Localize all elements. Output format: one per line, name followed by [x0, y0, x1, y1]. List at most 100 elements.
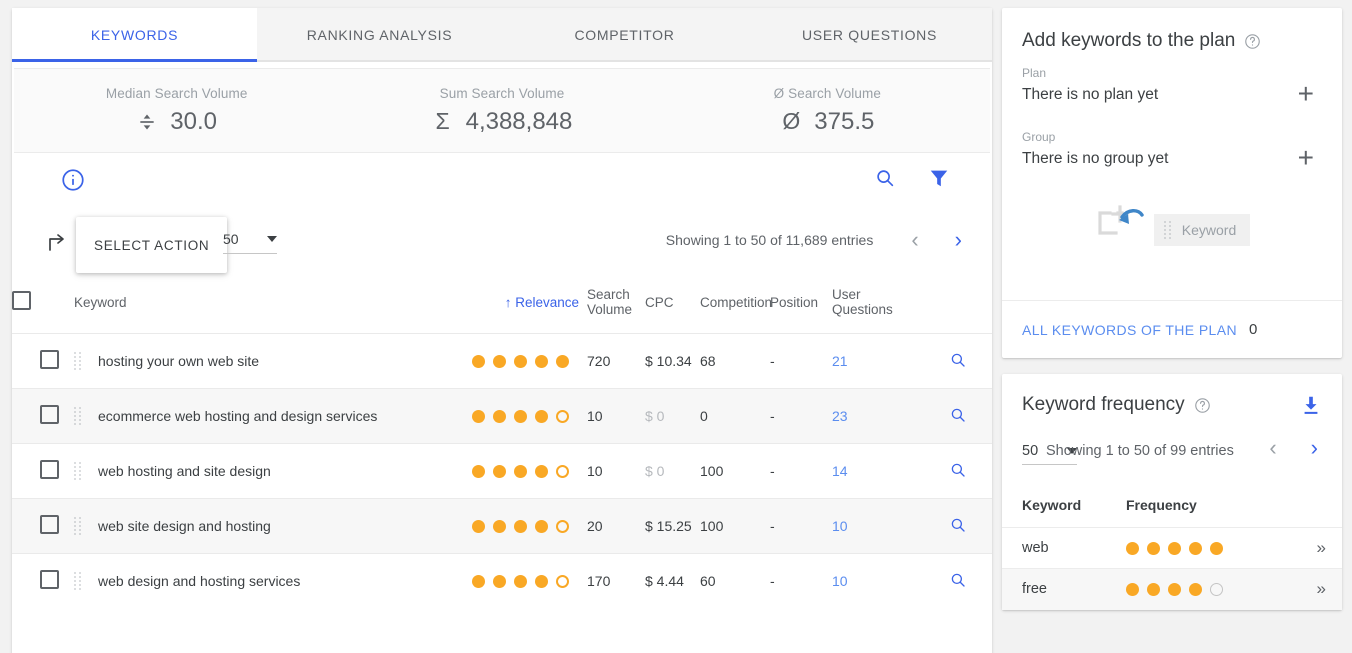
row-keyword-text: web hosting and site design: [98, 463, 271, 479]
add-plan-button[interactable]: +: [1292, 80, 1320, 108]
table-row[interactable]: ecommerce web hosting and design service…: [12, 388, 992, 444]
tab-competitor[interactable]: COMPETITOR: [502, 8, 747, 62]
row-checkbox[interactable]: [40, 570, 59, 590]
frequency-expand-button[interactable]: »: [1234, 569, 1342, 610]
row-cpc-text: $ 15.25: [645, 518, 692, 534]
drag-handle-icon[interactable]: [74, 352, 84, 370]
add-group-button[interactable]: +: [1292, 144, 1320, 172]
info-icon[interactable]: [60, 167, 86, 193]
row-competition: 100: [700, 444, 770, 499]
row-search-icon[interactable]: [949, 518, 967, 537]
table-row[interactable]: hosting your own web site 720 $ 10.34 68 - 21: [12, 333, 992, 389]
tab-user-questions[interactable]: USER QUESTIONS: [747, 8, 992, 62]
frequency-table-head: Keyword Frequency: [1002, 491, 1342, 528]
table-row[interactable]: web hosting and site design 10 $ 0 100 - 14: [12, 443, 992, 499]
row-keyword-text: ecommerce web hosting and design service…: [98, 408, 378, 424]
table-row[interactable]: web design and hosting services 170 $ 4.44…: [12, 553, 992, 609]
tab-competitor-label: COMPETITOR: [574, 27, 675, 43]
tab-ranking-analysis[interactable]: RANKING ANALYSIS: [257, 8, 502, 62]
stat-median-value-row: 30.0: [136, 108, 217, 136]
drag-handle-icon[interactable]: [74, 572, 84, 591]
table-action-row: SELECT ACTION 50 Showing 1 to 50 of 11,6…: [12, 215, 992, 277]
row-user-questions-text[interactable]: 10: [832, 573, 848, 589]
help-circle-icon[interactable]: [1194, 397, 1210, 413]
table-row[interactable]: web site design and hosting 20 $ 15.25 100 -…: [12, 498, 992, 554]
app-root: KEYWORDS RANKING ANALYSIS COMPETITOR USE…: [0, 0, 1352, 653]
keywords-header-row: Keyword ↑ Relevance Search Volume CPC Co…: [12, 277, 992, 334]
row-checkbox[interactable]: [40, 350, 59, 369]
row-user-questions-text[interactable]: 21: [832, 353, 848, 369]
list-item[interactable]: free »: [1002, 568, 1342, 610]
row-search-icon[interactable]: [949, 573, 967, 592]
row-competition: 0: [700, 389, 770, 444]
row-cpc: $ 15.25: [645, 499, 700, 554]
relevance-dot: [556, 519, 569, 533]
relevance-dot: [1168, 582, 1181, 596]
frequency-expand-button[interactable]: »: [1234, 528, 1342, 569]
row-search-icon[interactable]: [949, 463, 967, 482]
row-user-questions-text[interactable]: 23: [832, 408, 848, 424]
row-user-questions: 21: [832, 334, 924, 389]
row-cpc: $ 0: [645, 444, 700, 499]
drag-handle-icon[interactable]: [74, 462, 84, 480]
relevance-dot: [535, 354, 548, 368]
row-search-action-cell: [924, 334, 992, 389]
header-relevance-label: Relevance: [515, 294, 579, 310]
download-icon[interactable]: [1300, 394, 1322, 421]
row-user-questions-text[interactable]: 10: [832, 518, 848, 534]
stat-median-label: Median Search Volume: [105, 85, 248, 101]
tab-keywords-label: KEYWORDS: [90, 27, 179, 43]
select-all-checkbox[interactable]: [12, 291, 31, 310]
tab-ranking-analysis-label: RANKING ANALYSIS: [306, 27, 453, 43]
stat-average-value: 375.5: [814, 107, 875, 135]
frequency-prev-button[interactable]: ‹: [1261, 437, 1284, 459]
header-search-volume[interactable]: Search Volume: [587, 277, 645, 334]
row-select-cell: [12, 554, 74, 609]
row-cpc-text: $ 10.34: [645, 353, 692, 369]
row-user-questions-text[interactable]: 14: [832, 463, 848, 479]
relevance-dots: [472, 464, 587, 478]
add-keywords-body: Add keywords to the plan Plan There is n…: [1002, 8, 1342, 300]
plan-field-row: There is no plan yet +: [1022, 80, 1320, 108]
row-checkbox[interactable]: [40, 515, 59, 534]
drag-handle-icon[interactable]: [74, 517, 84, 535]
list-item[interactable]: web »: [1002, 527, 1342, 569]
frequency-next-button[interactable]: ›: [1303, 437, 1326, 459]
row-checkbox[interactable]: [40, 405, 59, 424]
row-position: -: [770, 334, 832, 389]
header-relevance[interactable]: ↑ Relevance: [472, 277, 587, 334]
row-search-icon[interactable]: [949, 353, 967, 372]
row-competition-text: 0: [700, 408, 708, 424]
header-competition[interactable]: Competition: [700, 277, 772, 334]
header-user-questions[interactable]: User Questions: [832, 277, 924, 334]
row-user-questions: 23: [832, 389, 924, 444]
row-checkbox[interactable]: [40, 460, 59, 479]
relevance-dot: [556, 409, 569, 423]
relevance-dot: [535, 574, 548, 588]
row-cpc-text: $ 0: [645, 408, 665, 424]
header-position[interactable]: Position: [770, 277, 832, 334]
tab-keywords[interactable]: KEYWORDS: [12, 8, 257, 62]
drag-handle-icon[interactable]: [74, 407, 84, 425]
header-cpc[interactable]: CPC: [645, 277, 700, 334]
row-search-icon[interactable]: [949, 408, 967, 427]
row-select-cell: [12, 389, 74, 444]
keyword-dropzone[interactable]: Keyword: [1022, 200, 1320, 260]
search-icon[interactable]: [872, 165, 898, 191]
row-cpc: $ 0: [645, 389, 700, 444]
add-keywords-title: Add keywords to the plan: [1022, 30, 1236, 51]
select-action-button[interactable]: SELECT ACTION: [76, 217, 228, 273]
row-keyword-text: web design and hosting services: [98, 573, 301, 590]
filter-icon[interactable]: [926, 165, 952, 191]
page-size-select[interactable]: 50: [223, 231, 277, 254]
relevance-dot: [1147, 582, 1160, 596]
frequency-header-keyword: Keyword: [1022, 497, 1082, 513]
pagination-next-button[interactable]: ›: [947, 229, 970, 251]
help-circle-icon[interactable]: [1244, 33, 1261, 49]
header-keyword[interactable]: Keyword: [74, 277, 472, 334]
share-arrow-icon[interactable]: [46, 231, 70, 255]
all-keywords-of-plan-link[interactable]: ALL KEYWORDS OF THE PLAN: [1022, 322, 1237, 338]
row-keyword-text: hosting your own web site: [98, 353, 260, 369]
pagination-prev-button[interactable]: ‹: [903, 229, 926, 251]
relevance-dots: [472, 409, 587, 423]
